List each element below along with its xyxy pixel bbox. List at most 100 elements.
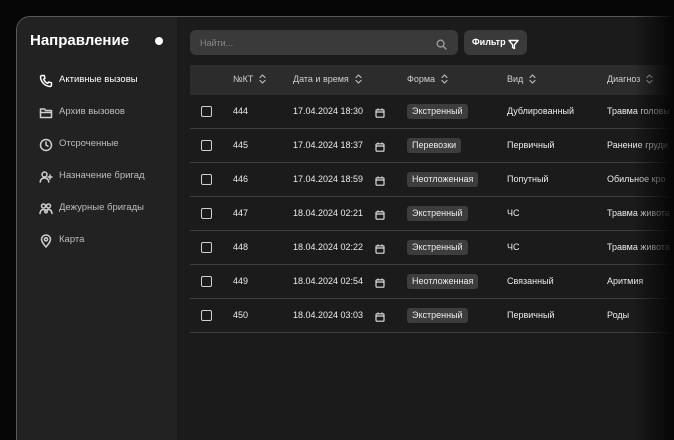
filter-button[interactable]: Фильтр — [464, 30, 527, 55]
cell-diagnosis: Травма живота — [607, 208, 670, 218]
row-checkbox[interactable] — [201, 174, 212, 185]
sidebar-item-label: Назначение бригад — [59, 170, 145, 181]
sidebar: Направление Активные вызовы Архив вызово… — [17, 17, 177, 440]
sort-icon — [646, 74, 654, 84]
sidebar-item-label: Активные вызовы — [59, 74, 138, 85]
table-row[interactable]: 449 18.04.2024 02:54 Неотложенная Связан… — [190, 265, 674, 299]
table-header: №КТ Дата и время Форма Вид Диагноз — [190, 65, 674, 95]
table-row[interactable]: 447 18.04.2024 02:21 Экстренный ЧС Травм… — [190, 197, 674, 231]
cell-datetime: 18.04.2024 02:21 — [293, 208, 364, 218]
app-window: Направление Активные вызовы Архив вызово… — [16, 16, 674, 440]
sort-icon — [259, 74, 267, 84]
sidebar-item-active-calls[interactable]: Активные вызовы — [17, 70, 177, 92]
cell-type: Дублированный — [507, 106, 575, 116]
cell-diagnosis: Травма живота — [607, 242, 670, 252]
cell-datetime: 17.04.2024 18:59 — [293, 174, 364, 184]
sidebar-item-label: Дежурные бригады — [59, 202, 144, 213]
form-badge: Экстренный — [407, 308, 468, 323]
calendar-icon[interactable] — [375, 309, 385, 322]
sidebar-item-deferred[interactable]: Отсроченные — [17, 134, 177, 156]
column-header-label: Дата и время — [293, 74, 349, 84]
cell-type: Первичный — [507, 310, 555, 320]
cell-type: Попутный — [507, 174, 549, 184]
form-badge: Неотложенная — [407, 172, 479, 187]
calendar-icon[interactable] — [375, 105, 385, 118]
folder-icon — [39, 106, 53, 120]
cell-id: 449 — [233, 276, 249, 286]
column-header-type[interactable]: Вид — [507, 74, 536, 84]
column-header-diagnosis[interactable]: Диагноз — [607, 74, 654, 84]
cell-datetime: 17.04.2024 18:37 — [293, 140, 364, 150]
cell-id: 445 — [233, 140, 249, 150]
cell-id: 446 — [233, 174, 249, 184]
cell-id: 448 — [233, 242, 249, 252]
table-row[interactable]: 444 17.04.2024 18:30 Экстренный Дублиров… — [190, 95, 674, 129]
cell-type: ЧС — [507, 242, 520, 252]
search-input[interactable] — [200, 35, 425, 50]
search-icon[interactable] — [436, 37, 447, 50]
sidebar-item-duty-teams[interactable]: Дежурные бригады — [17, 198, 177, 220]
sidebar-item-label: Отсроченные — [59, 138, 119, 149]
users-icon — [39, 202, 53, 216]
search-bar — [190, 30, 458, 55]
map-pin-icon — [39, 234, 53, 248]
status-dot-icon[interactable] — [155, 37, 163, 45]
cell-type: ЧС — [507, 208, 520, 218]
sidebar-item-label: Архив вызовов — [59, 106, 125, 117]
form-badge: Неотложенная — [407, 274, 479, 289]
cell-type: Связанный — [507, 276, 554, 286]
column-header-form[interactable]: Форма — [407, 74, 448, 84]
column-header-label: Диагноз — [607, 74, 641, 84]
cell-diagnosis: Травма головы — [607, 106, 670, 116]
row-checkbox[interactable] — [201, 310, 212, 321]
cell-datetime: 18.04.2024 03:03 — [293, 310, 364, 320]
sidebar-item-label: Карта — [59, 234, 85, 245]
row-checkbox[interactable] — [201, 140, 212, 151]
table-row[interactable]: 446 17.04.2024 18:59 Неотложенная Попутн… — [190, 163, 674, 197]
cell-datetime: 18.04.2024 02:22 — [293, 242, 364, 252]
cell-datetime: 17.04.2024 18:30 — [293, 106, 364, 116]
column-header-datetime[interactable]: Дата и время — [293, 74, 362, 84]
cell-diagnosis: Аритмия — [607, 276, 644, 286]
column-header-label: Форма — [407, 74, 436, 84]
app-title: Направление — [30, 32, 130, 49]
clock-icon — [39, 138, 53, 152]
cell-type: Первичный — [507, 140, 555, 150]
cell-diagnosis: Обильное кро — [607, 174, 666, 184]
table-row[interactable]: 448 18.04.2024 02:22 Экстренный ЧС Травм… — [190, 231, 674, 265]
table-row[interactable]: 445 17.04.2024 18:37 Перевозки Первичный… — [190, 129, 674, 163]
filter-button-label: Фильтр — [472, 37, 506, 47]
user-plus-icon — [39, 170, 53, 184]
cell-id: 447 — [233, 208, 249, 218]
calendar-icon[interactable] — [375, 173, 385, 186]
cell-diagnosis: Роды — [607, 310, 630, 320]
cell-id: 444 — [233, 106, 249, 116]
row-checkbox[interactable] — [201, 242, 212, 253]
calendar-icon[interactable] — [375, 139, 385, 152]
sidebar-item-call-archive[interactable]: Архив вызовов — [17, 102, 177, 124]
column-header-id[interactable]: №КТ — [233, 74, 267, 84]
table-row[interactable]: 450 18.04.2024 03:03 Экстренный Первичны… — [190, 299, 674, 333]
row-checkbox[interactable] — [201, 208, 212, 219]
cell-id: 450 — [233, 310, 249, 320]
row-checkbox[interactable] — [201, 276, 212, 287]
form-badge: Экстренный — [407, 104, 468, 119]
column-header-label: Вид — [507, 74, 524, 84]
calendar-icon[interactable] — [375, 275, 385, 288]
calendar-icon[interactable] — [375, 207, 385, 220]
cell-datetime: 18.04.2024 02:54 — [293, 276, 364, 286]
sidebar-item-assign-teams[interactable]: Назначение бригад — [17, 166, 177, 188]
form-badge: Перевозки — [407, 138, 462, 153]
column-header-label: №КТ — [233, 74, 254, 84]
cell-diagnosis: Ранение груди — [607, 140, 668, 150]
form-badge: Экстренный — [407, 206, 468, 221]
sort-icon — [355, 74, 362, 84]
sidebar-item-map[interactable]: Карта — [17, 230, 177, 252]
calendar-icon[interactable] — [375, 241, 385, 254]
phone-icon — [39, 74, 53, 88]
filter-icon — [508, 37, 519, 50]
form-badge: Экстренный — [407, 240, 468, 255]
sort-icon — [441, 74, 448, 84]
sort-icon — [529, 74, 536, 84]
row-checkbox[interactable] — [201, 106, 212, 117]
